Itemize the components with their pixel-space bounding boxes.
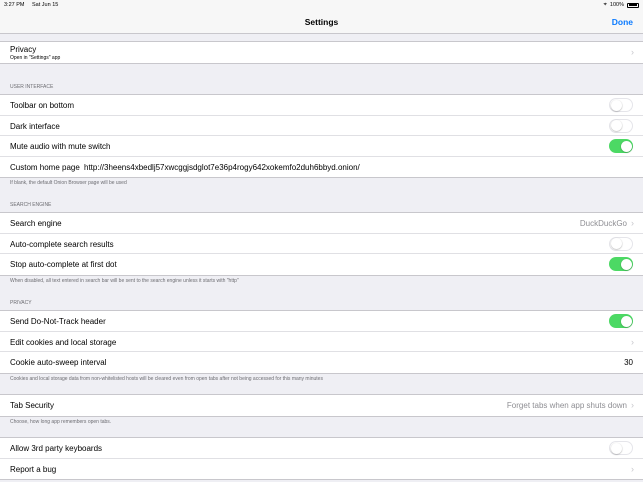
keyboards-row: Allow 3rd party keyboards	[0, 438, 643, 459]
toolbar-bottom-row: Toolbar on bottom	[0, 95, 643, 116]
keyboards-label: Allow 3rd party keyboards	[10, 444, 103, 453]
stop-dot-row: Stop auto-complete at first dot	[0, 254, 643, 275]
chevron-right-icon: ›	[631, 218, 634, 228]
chevron-right-icon: ›	[631, 47, 634, 57]
wifi-icon: ⌖	[603, 1, 607, 8]
tab-security-group: Tab Security Forget tabs when app shuts …	[0, 394, 643, 417]
sweep-label: Cookie auto-sweep interval	[10, 358, 107, 367]
chevron-right-icon: ›	[631, 400, 634, 410]
home-page-label: Custom home page	[10, 162, 80, 172]
mute-audio-row: Mute audio with mute switch	[0, 136, 643, 157]
dark-interface-row: Dark interface	[0, 116, 643, 136]
stop-dot-label: Stop auto-complete at first dot	[10, 260, 117, 269]
search-engine-label: Search engine	[10, 219, 62, 228]
search-engine-value: DuckDuckGo	[579, 219, 627, 228]
navigation-bar: Settings Done	[0, 10, 643, 34]
toolbar-bottom-label: Toolbar on bottom	[10, 101, 75, 110]
status-date: Sat Jun 15	[32, 1, 59, 8]
report-bug-label: Report a bug	[10, 464, 57, 474]
tab-security-row[interactable]: Tab Security Forget tabs when app shuts …	[0, 395, 643, 416]
section-header-user-interface: USER INTERFACE	[10, 84, 54, 90]
tab-security-footer: Choose, how long app remembers open tabs…	[10, 419, 112, 425]
privacy-settings-row[interactable]: Privacy Open in "Settings" app ›	[0, 42, 643, 63]
misc-group: Allow 3rd party keyboards Report a bug ›	[0, 437, 643, 480]
home-page-field[interactable]: http://3heens4xbedlj57xwcggjsdglot7e36p4…	[84, 163, 360, 172]
cookies-label: Edit cookies and local storage	[10, 337, 117, 347]
home-page-row[interactable]: Custom home page http://3heens4xbedlj57x…	[0, 157, 643, 178]
autocomplete-label: Auto-complete search results	[10, 239, 114, 249]
battery-percent: 100%	[609, 2, 624, 8]
mute-audio-toggle[interactable]	[609, 139, 633, 153]
done-button[interactable]: Done	[612, 17, 633, 27]
chevron-right-icon: ›	[631, 336, 634, 347]
privacy-sublabel: Open in "Settings" app	[10, 55, 61, 61]
keyboards-toggle[interactable]	[609, 441, 633, 455]
mute-audio-label: Mute audio with mute switch	[10, 142, 111, 151]
chevron-right-icon: ›	[631, 463, 634, 474]
search-engine-row[interactable]: Search engine DuckDuckGo ›	[0, 213, 643, 234]
dnt-row: Send Do-Not-Track header	[0, 311, 643, 332]
privacy-label: Privacy	[10, 45, 37, 54]
search-engine-footer: When disabled, all text entered in searc…	[10, 278, 239, 284]
tab-security-value: Forget tabs when app shuts down	[506, 401, 627, 410]
report-bug-row[interactable]: Report a bug ›	[0, 459, 643, 480]
privacy-footer: Cookies and local storage data from non-…	[10, 376, 323, 382]
autocomplete-toggle[interactable]	[609, 236, 633, 251]
privacy-link-group: Privacy Open in "Settings" app ›	[0, 41, 643, 64]
section-header-privacy: PRIVACY	[10, 300, 32, 306]
toolbar-bottom-toggle[interactable]	[609, 98, 633, 112]
search-engine-group: Search engine DuckDuckGo › Auto-complete…	[0, 212, 643, 276]
page-title: Settings	[304, 17, 339, 27]
cookies-row[interactable]: Edit cookies and local storage ›	[0, 332, 643, 352]
user-interface-group: Toolbar on bottom Dark interface Mute au…	[0, 94, 643, 178]
dark-interface-toggle[interactable]	[609, 118, 633, 133]
sweep-row[interactable]: Cookie auto-sweep interval 30	[0, 352, 643, 373]
battery-icon	[627, 2, 639, 8]
dnt-toggle[interactable]	[609, 314, 633, 328]
dnt-label: Send Do-Not-Track header	[10, 317, 106, 326]
sweep-value[interactable]: 30	[624, 358, 633, 367]
status-time: 3:27 PM	[4, 1, 25, 8]
dark-interface-label: Dark interface	[10, 121, 60, 131]
status-bar: 3:27 PM Sat Jun 15 ⌖ 100%	[0, 0, 643, 10]
privacy-group: Send Do-Not-Track header Edit cookies an…	[0, 310, 643, 374]
autocomplete-row: Auto-complete search results	[0, 234, 643, 254]
stop-dot-toggle[interactable]	[609, 257, 633, 271]
section-header-search-engine: SEARCH ENGINE	[10, 202, 52, 208]
home-page-footer: If blank, the default Onion Browser page…	[10, 180, 127, 186]
tab-security-label: Tab Security	[10, 401, 55, 410]
